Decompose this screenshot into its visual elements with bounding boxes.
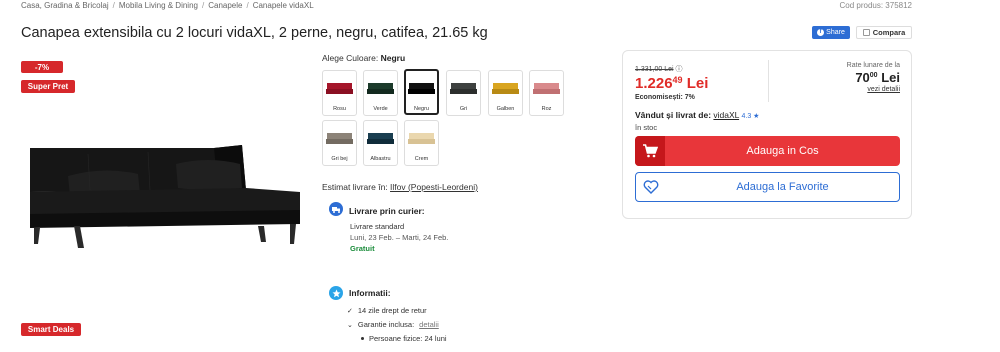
- sofa-thumbnail: [533, 83, 560, 94]
- sofa-thumbnail: [367, 133, 394, 144]
- color-swatch-gri[interactable]: Gri: [446, 70, 481, 116]
- breadcrumb-link[interactable]: Casa, Gradina & Bricolaj: [21, 1, 109, 10]
- return-policy: ✓ 14 zile drept de retur: [347, 306, 427, 315]
- installment-details-link[interactable]: vezi detalii: [820, 86, 900, 93]
- breadcrumb-link[interactable]: Canapele vidaXL: [253, 1, 314, 10]
- bullet-icon: [361, 337, 364, 340]
- sofa-thumbnail: [408, 133, 435, 144]
- swatch-label: Albastru: [370, 156, 391, 162]
- delivery-location-link[interactable]: Ilfov (Popesti-Leordeni): [390, 182, 478, 192]
- cart-icon: [635, 136, 665, 166]
- installment-label: Rate lunare de la: [846, 62, 900, 69]
- share-button[interactable]: f Share: [812, 26, 850, 39]
- product-image[interactable]: [28, 142, 304, 250]
- warranty-persons-text: Persoane fizice: 24 luni: [369, 334, 447, 343]
- color-swatch-roz[interactable]: Roz: [529, 70, 564, 116]
- installment-decimals: 00: [869, 72, 878, 79]
- super-price-badge: Super Pret: [21, 80, 75, 93]
- seller-label: Vândut și livrat de:: [635, 110, 712, 120]
- savings: Economisești: 7%: [635, 94, 695, 101]
- share-label: Share: [826, 29, 845, 36]
- product-code: Cod produs: 375812: [839, 1, 913, 10]
- color-swatch-negru[interactable]: Negru: [404, 69, 439, 115]
- price-integer: 1.226: [635, 75, 673, 92]
- color-swatch-galben[interactable]: Galben: [488, 70, 523, 116]
- divider: [768, 60, 769, 102]
- swatch-label: Gri bej: [331, 156, 348, 162]
- warranty: ⌄ Garantie inclusa: detalii: [347, 320, 439, 329]
- stock-status: în stoc: [635, 123, 658, 132]
- price-decimals: 49: [672, 75, 683, 85]
- seller-info: Vândut și livrat de: vidaXL 4.3 ★: [635, 110, 759, 120]
- facebook-icon: f: [817, 29, 825, 36]
- chevron-down-icon[interactable]: ⌄: [347, 321, 353, 329]
- selected-color: Negru: [380, 53, 406, 63]
- sofa-thumbnail: [450, 83, 477, 94]
- breadcrumb: Casa, Gradina & Bricolaj / Mobila Living &…: [21, 1, 314, 10]
- sofa-thumbnail: [367, 83, 394, 94]
- check-icon: ✓: [347, 307, 353, 315]
- sofa-thumbnail: [408, 83, 435, 94]
- add-to-cart-label: Adauga in Cos: [746, 145, 819, 157]
- heart-icon: [636, 173, 666, 201]
- checkbox-icon: [862, 29, 870, 36]
- color-swatch-verde[interactable]: Verde: [363, 70, 398, 116]
- sofa-thumbnail: [492, 83, 519, 94]
- swatch-label: Gri: [459, 106, 468, 112]
- breadcrumb-link[interactable]: Mobila Living & Dining: [119, 1, 198, 10]
- info-icon: [329, 286, 343, 300]
- current-price: 1.22649 Lei: [635, 75, 708, 92]
- color-label: Alege Culoare: Negru: [322, 53, 405, 63]
- add-to-favorites-label: Adauga la Favorite: [736, 181, 829, 193]
- standard-delivery: Livrare standard: [350, 222, 405, 231]
- old-price-value: 1.331,00 Lei: [635, 66, 674, 73]
- info-circle-icon[interactable]: ⓘ: [676, 66, 683, 73]
- installment-currency: Lei: [881, 70, 900, 85]
- seller-link[interactable]: vidaXL: [713, 110, 739, 120]
- delivery-cost: Gratuit: [350, 244, 375, 253]
- product-title: Canapea extensibila cu 2 locuri vidaXL, …: [21, 25, 488, 41]
- sofa-thumbnail: [326, 133, 353, 144]
- sofa-thumbnail: [326, 83, 353, 94]
- installment-value: 7000 Lei: [820, 70, 900, 85]
- swatch-label: Negru: [414, 106, 429, 112]
- return-policy-text: 14 zile drept de retur: [357, 306, 427, 315]
- breadcrumb-link[interactable]: Canapele: [208, 1, 242, 10]
- swatch-label: Roz: [541, 106, 552, 112]
- delivery-estimate: Estimat livrare în: Ilfov (Popesti-Leord…: [322, 182, 478, 192]
- delivery-dates: Luni, 23 Feb. – Marti, 24 Feb.: [350, 233, 449, 242]
- color-swatch-rosu[interactable]: Rosu: [322, 70, 357, 116]
- delivery-estimate-label: Estimat livrare în:: [322, 182, 388, 192]
- warranty-details-link[interactable]: detalii: [419, 320, 439, 329]
- discount-badge: -7%: [21, 61, 63, 73]
- price-currency: Lei: [686, 75, 709, 92]
- add-to-favorites-button[interactable]: Adauga la Favorite: [635, 172, 900, 202]
- warranty-text: Garantie inclusa:: [357, 320, 415, 329]
- swatch-label: Rosu: [333, 106, 346, 112]
- smart-deals-badge: Smart Deals: [21, 323, 81, 336]
- courier-title: Livrare prin curier:: [349, 206, 425, 216]
- installment-integer: 70: [855, 70, 870, 85]
- compare-button[interactable]: Compara: [856, 26, 912, 39]
- color-label-text: Alege Culoare:: [322, 53, 379, 63]
- compare-label: Compara: [872, 28, 906, 37]
- truck-icon: [329, 202, 343, 216]
- add-to-cart-button[interactable]: Adauga in Cos: [635, 136, 900, 166]
- warranty-persons: Persoane fizice: 24 luni: [361, 334, 447, 343]
- swatch-label: Verde: [373, 106, 388, 112]
- color-swatch-gri-bej[interactable]: Gri bej: [322, 120, 357, 166]
- info-title: Informatii:: [349, 288, 391, 298]
- old-price: 1.331,00 Lei ⓘ: [635, 64, 683, 74]
- swatch-label: Galben: [496, 106, 515, 112]
- color-swatch-albastru[interactable]: Albastru: [363, 120, 398, 166]
- seller-rating: 4.3 ★: [741, 113, 760, 120]
- color-swatch-crem[interactable]: Crem: [404, 120, 439, 166]
- swatch-label: Crem: [414, 156, 429, 162]
